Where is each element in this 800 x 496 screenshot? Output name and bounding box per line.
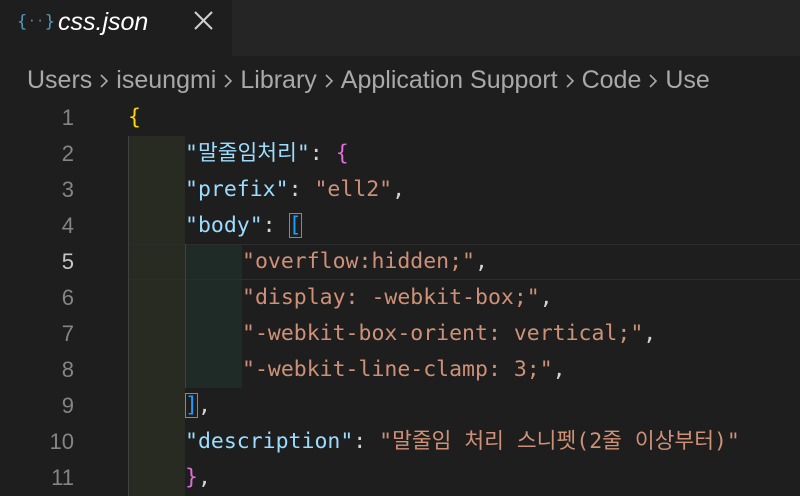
code-line-6: "display: -webkit-box;",	[242, 285, 553, 310]
prefix-key: "prefix"	[185, 177, 289, 202]
prefix-value: "ell2"	[314, 177, 393, 202]
line-number: 10	[49, 429, 74, 454]
code-line-5: "overflow:hidden;",	[242, 249, 488, 274]
code-line-1: {	[128, 100, 141, 136]
line-number-active: 5	[61, 249, 74, 274]
body-line: "overflow:hidden;"	[242, 249, 475, 274]
open-brace: {	[335, 141, 349, 166]
description-key: "description"	[185, 429, 354, 454]
breadcrumb-item-code[interactable]: Code	[582, 65, 642, 95]
close-brace: }	[185, 465, 198, 490]
line-number: 11	[51, 465, 74, 490]
line-number: 3	[61, 177, 74, 202]
breadcrumb-item-users[interactable]: Users	[27, 65, 92, 95]
line-number: 6	[61, 285, 74, 310]
chevron-right-icon	[92, 65, 116, 95]
line-number: 9	[61, 393, 74, 418]
line-number: 7	[61, 321, 74, 346]
code-line-11: },	[185, 465, 211, 490]
indent-guide	[128, 136, 129, 496]
chevron-right-icon	[317, 65, 341, 95]
tab-title: css.json	[58, 8, 149, 36]
json-braces-icon: {··}	[17, 12, 56, 32]
indent-guide	[185, 244, 186, 388]
body-key: "body"	[185, 213, 263, 238]
snippet-name-key: "말줄임처리"	[185, 141, 310, 166]
indent-guide-band-level1	[128, 136, 185, 496]
breadcrumb-item-user[interactable]: Use	[665, 65, 709, 95]
description-value: "말줄임 처리 스니펫(2줄 이상부터)"	[379, 429, 740, 454]
breadcrumb: Users iseungmi Library Application Suppo…	[0, 56, 800, 102]
body-line: "display: -webkit-box;"	[242, 285, 540, 310]
code-editor[interactable]: 1 2 3 4 5 6 7 8 9 10 11 { "말줄임처리": { "pr…	[0, 102, 800, 496]
chevron-right-icon	[558, 65, 582, 95]
tab-bar: {··} css.json	[0, 0, 800, 56]
line-number: 4	[61, 213, 74, 238]
code-line-8: "-webkit-line-clamp: 3;",	[242, 357, 566, 382]
line-number: 8	[61, 357, 74, 382]
code-line-3: "prefix": "ell2",	[185, 177, 406, 202]
breadcrumb-item-application-support[interactable]: Application Support	[341, 65, 558, 95]
code-line-2: "말줄임처리": {	[185, 141, 349, 166]
open-bracket: [	[288, 213, 302, 238]
chevron-right-icon	[641, 65, 665, 95]
body-line: "-webkit-line-clamp: 3;"	[242, 357, 553, 382]
line-number: 2	[61, 141, 74, 166]
code-line-4: "body": [	[185, 213, 302, 238]
body-line: "-webkit-box-orient: vertical;"	[242, 321, 644, 346]
breadcrumb-item-iseungmi[interactable]: iseungmi	[116, 65, 216, 95]
tab-css-json[interactable]: {··} css.json	[0, 0, 232, 56]
close-bracket: ]	[185, 393, 198, 418]
chevron-right-icon	[216, 65, 240, 95]
breadcrumb-item-library[interactable]: Library	[240, 65, 316, 95]
code-line-7: "-webkit-box-orient: vertical;",	[242, 321, 657, 346]
vscode-window: {··} css.json Users iseungmi Library App…	[0, 0, 800, 496]
code-line-10: "description": "말줄임 처리 스니펫(2줄 이상부터)"	[185, 429, 740, 454]
close-icon[interactable]	[191, 7, 217, 35]
open-brace: {	[128, 105, 141, 130]
line-number: 1	[61, 105, 74, 130]
code-line-9: ],	[185, 393, 211, 418]
